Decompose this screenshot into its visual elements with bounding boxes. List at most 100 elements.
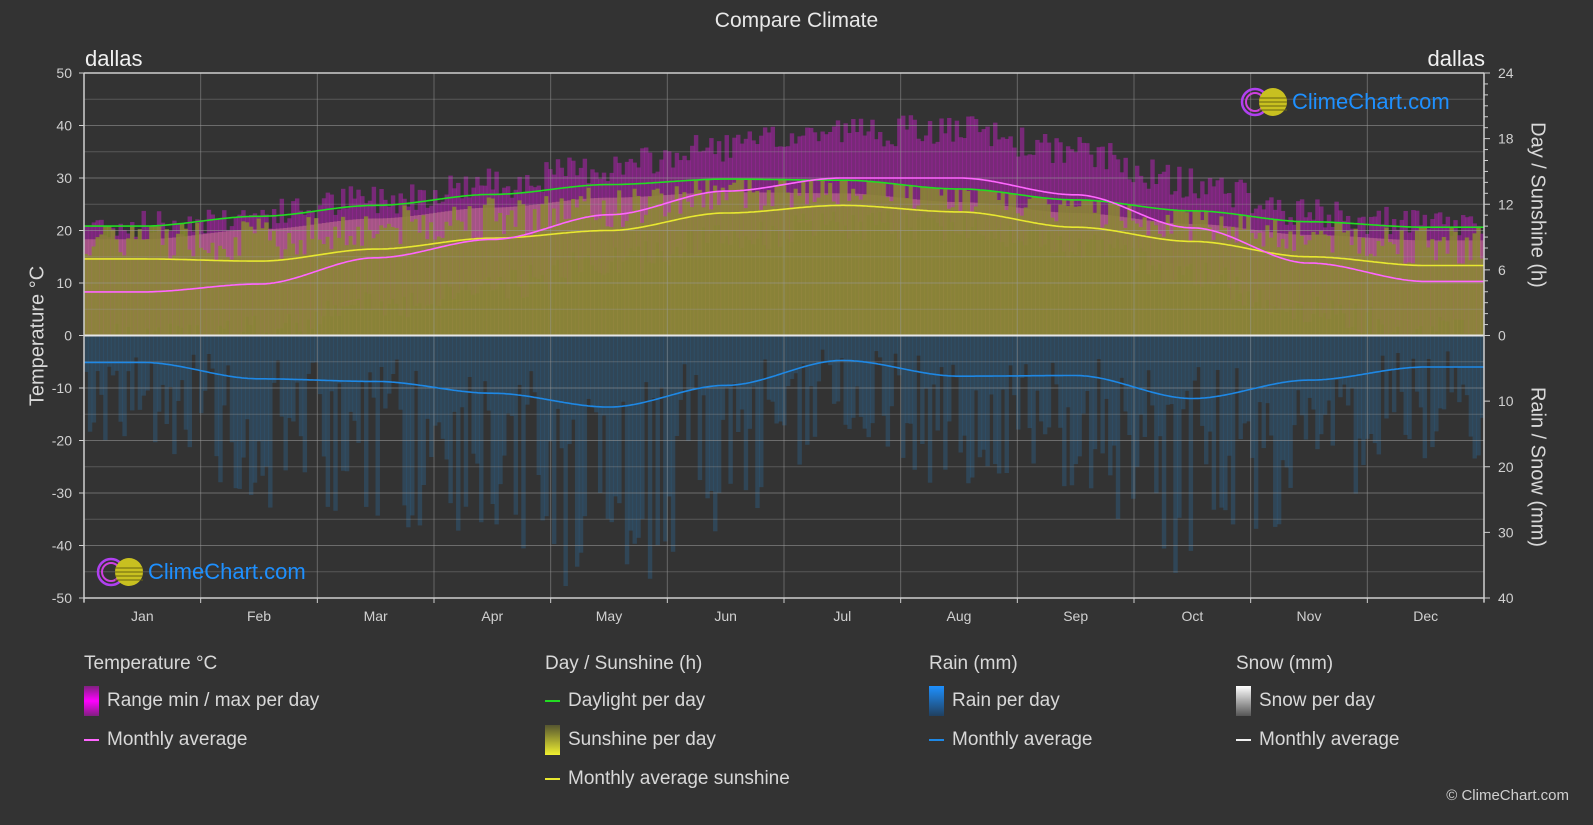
copyright: © ClimeChart.com [1446,787,1569,804]
sunshine-bar [736,179,741,336]
rain-bar [490,335,496,505]
sunshine-bar [893,183,898,336]
legend-snow: Snow (mm) Snow per day Monthly average [1236,653,1399,767]
legend-item: Sunshine per day [545,725,790,755]
y-axis-label-rain-snow: Rain / Snow (mm) [1526,386,1549,548]
rain-bar [766,335,772,400]
sunshine-bar [797,195,802,336]
line-swatch-icon [84,739,99,741]
rain-bar [1257,335,1263,403]
rain-swatch-icon [929,686,944,716]
sunshine-bar [1119,220,1125,336]
grid-lines [84,72,1484,599]
sunshine-bar [551,208,557,336]
sunshine-bar [344,245,350,336]
line-swatch-icon [545,700,560,702]
sunshine-bar [724,200,729,336]
sunshine-bar [1035,197,1040,336]
sunshine-bar [1077,206,1082,336]
sunshine-bar [1407,262,1412,336]
sunshine-bar [686,201,691,336]
rain-bar [912,335,917,470]
rain-bar [513,335,519,515]
logo-top-right[interactable]: ClimeChart.com [1240,86,1450,118]
legend-item: Daylight per day [545,689,790,713]
sunshine-bar [1016,213,1021,336]
sunshine-bar [471,238,476,336]
legend-item: Monthly average sunshine [545,767,790,791]
rain-bar [908,335,914,424]
rain-bar [176,335,181,401]
sunshine-bar [1134,223,1140,336]
sunshine-bar [459,221,465,336]
sunshine-bar [885,197,891,336]
legend-label: Snow per day [1259,690,1376,711]
rain-bar [340,335,346,471]
legend-label: Daylight per day [568,690,706,711]
rain-bar [1280,335,1286,461]
rain-bar [1330,335,1336,446]
rain-bar [149,335,154,362]
rain-bar [1434,335,1439,432]
sunshine-bar [118,252,123,336]
rain-bar [1207,335,1213,432]
sunshine-bar [701,207,706,336]
rain-bar [874,335,879,352]
rain-bar [774,335,779,424]
legend-title: Snow (mm) [1236,653,1334,674]
sunshine-bar [502,233,507,336]
right-top-tick-label: 12 [1498,196,1514,212]
sunshine-bar [762,205,768,336]
sunshine-bar [601,200,607,336]
rain-bar [344,335,350,472]
rain-bar [1204,335,1209,465]
rain-bar [279,335,285,417]
rain-bar [728,335,733,484]
sunshine-bar [1334,222,1339,336]
sunshine-bar [1280,238,1286,336]
logo-bottom-left[interactable]: ClimeChart.com [96,556,306,588]
sunshine-bar [141,239,146,336]
rain-bar [402,335,407,506]
rain-bar [118,335,123,422]
rain-bar [471,335,476,454]
rain-bar [985,335,990,467]
rain-bar [252,335,258,483]
rain-bar [394,335,400,360]
rain-bar [298,335,304,437]
sunshine-bar [1192,210,1197,336]
sunshine-bar [325,236,331,336]
rain-bar [421,335,426,486]
rain-bar [870,335,875,424]
sunshine-bar [996,200,1002,336]
sunshine-bar [889,201,894,336]
rain-bar [628,335,634,531]
sunshine-bar [640,222,645,336]
sunshine-bar [222,248,227,336]
rain-bar [1368,335,1374,435]
rain-bar [762,335,768,360]
rain-bar [881,335,887,416]
right-top-tick-label: 24 [1498,65,1514,81]
sunshine-bar [99,234,104,336]
rain-bar [245,335,250,420]
sunshine-bar [831,201,837,336]
legend-item: Monthly average [929,728,1092,752]
sunshine-bar [743,208,749,336]
rain-bar [479,335,484,523]
rain-bar [977,335,983,458]
rain-bar [364,335,369,507]
sunshine-swatch-icon [545,725,560,755]
sunshine-bar [1065,206,1071,336]
sunshine-bar [820,180,825,336]
rain-bar [893,335,898,354]
sunshine-bar [1211,239,1217,336]
rain-bar [1384,335,1389,419]
sunshine-bar [1165,214,1171,336]
rain-bar [1315,335,1320,450]
rain-bar [1411,335,1416,359]
sunshine-bar [985,190,990,336]
rain-bar [1184,335,1190,391]
sunshine-bar [693,179,699,336]
rain-bar [601,335,607,416]
